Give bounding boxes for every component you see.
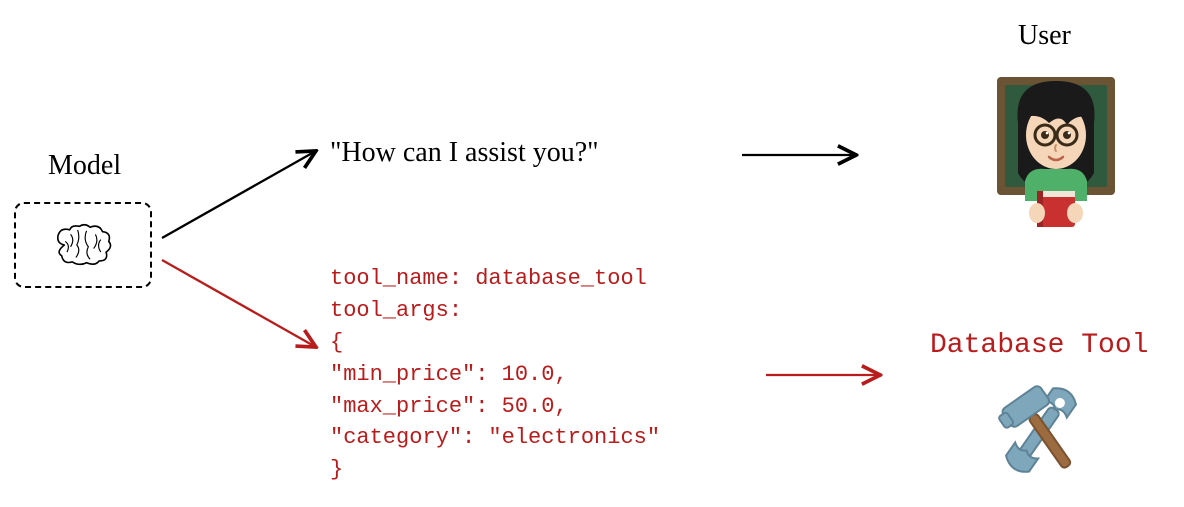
assistant-prompt-text: "How can I assist you?" (330, 137, 599, 169)
user-label: User (1018, 20, 1071, 52)
model-box (14, 202, 152, 288)
hammer-wrench-icon (983, 375, 1099, 485)
arrow-model-to-prompt (156, 138, 326, 248)
model-label: Model (48, 150, 121, 182)
arrow-toolcall-to-dbtool (760, 360, 890, 390)
brain-icon (51, 221, 115, 269)
tool-call-block: tool_name: database_tool tool_args: { "m… (330, 263, 660, 486)
arrow-model-to-toolcall (156, 250, 326, 360)
database-tool-label: Database Tool (930, 330, 1148, 361)
arrow-prompt-to-user (736, 140, 866, 170)
teacher-avatar-icon (985, 63, 1127, 231)
